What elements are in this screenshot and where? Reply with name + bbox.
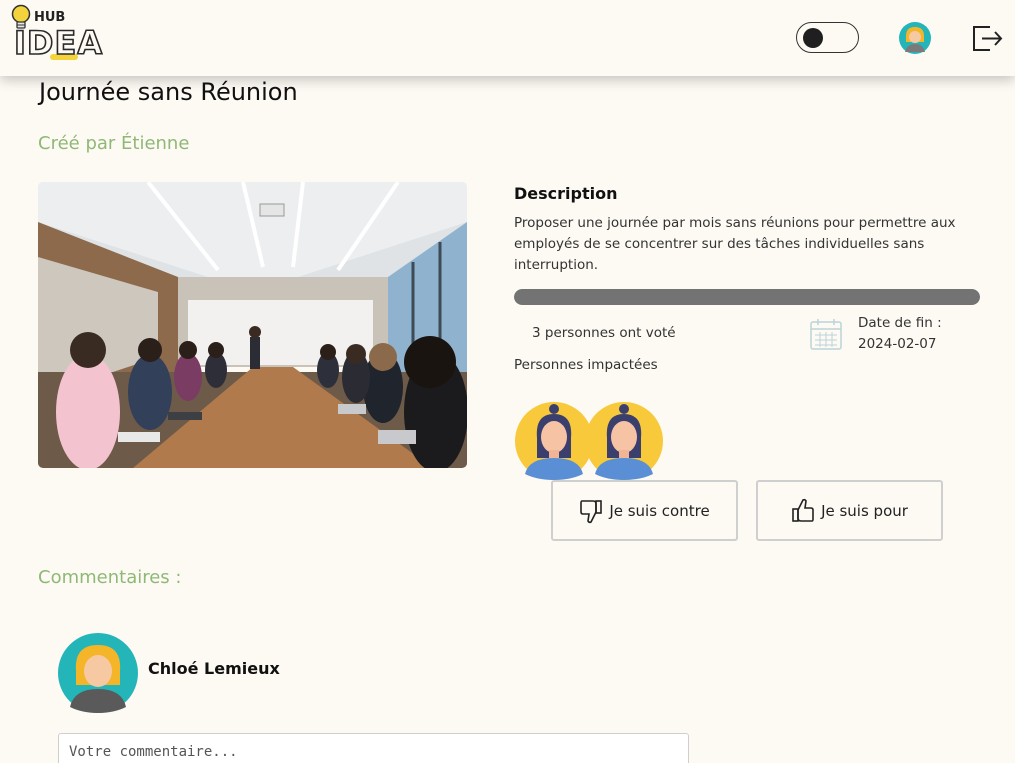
vote-progress-bar bbox=[514, 289, 980, 305]
description-heading: Description bbox=[514, 184, 618, 203]
description-text: Proposer une journée par mois sans réuni… bbox=[514, 215, 956, 273]
end-date-label: Date de fin : bbox=[858, 315, 942, 331]
thumbs-down-icon bbox=[580, 499, 603, 523]
comments-heading: Commentaires : bbox=[38, 567, 182, 588]
vote-progress-fill bbox=[514, 289, 980, 305]
comment-input[interactable] bbox=[58, 733, 689, 763]
logo-hub-text: HUB bbox=[34, 10, 66, 25]
dark-mode-toggle[interactable] bbox=[796, 22, 859, 53]
vote-against-button[interactable]: Je suis contre bbox=[551, 480, 738, 541]
impacted-people-label: Personnes impactées bbox=[514, 357, 658, 373]
hub-idea-logo[interactable]: HUB IDEA bbox=[10, 4, 110, 64]
user-avatar-icon[interactable] bbox=[899, 22, 931, 54]
thumbs-up-icon bbox=[792, 498, 814, 522]
comment-user-name: Chloé Lemieux bbox=[148, 659, 280, 678]
woman-avatar-icon bbox=[515, 402, 593, 480]
vote-for-button[interactable]: Je suis pour bbox=[756, 480, 943, 541]
logout-icon[interactable] bbox=[970, 21, 1004, 55]
logo-idea-text: IDEA bbox=[13, 24, 104, 62]
top-nav-bar: HUB IDEA bbox=[0, 0, 1015, 76]
meeting-room-photo bbox=[38, 182, 467, 468]
toggle-knob bbox=[803, 28, 823, 48]
idea-author: Créé par Étienne bbox=[38, 133, 190, 154]
vote-for-label: Je suis pour bbox=[821, 501, 908, 520]
woman-avatar-icon bbox=[585, 402, 663, 480]
calendar-icon bbox=[810, 319, 842, 350]
comment-user-avatar-icon bbox=[58, 633, 138, 713]
vote-against-label: Je suis contre bbox=[609, 501, 710, 520]
votes-count: 3 personnes ont voté bbox=[532, 325, 676, 341]
end-date-value: 2024-02-07 bbox=[858, 336, 937, 352]
idea-title: Journée sans Réunion bbox=[39, 78, 298, 106]
